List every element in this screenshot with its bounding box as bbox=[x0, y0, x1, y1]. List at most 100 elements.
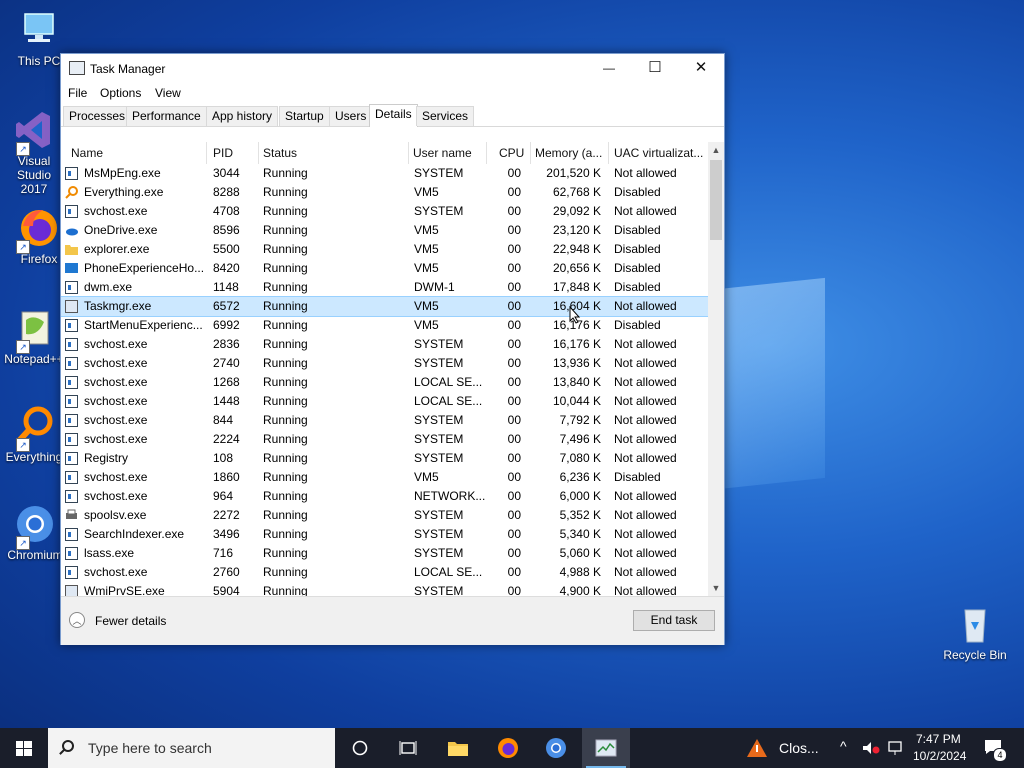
vertical-scrollbar[interactable]: ▲ ▼ bbox=[708, 142, 724, 596]
desktop-icon-recycle-bin[interactable]: Recycle Bin bbox=[938, 602, 1012, 662]
column-header-pid[interactable]: PID bbox=[209, 142, 259, 164]
column-header-memory[interactable]: Memory (a... bbox=[531, 142, 609, 164]
table-row[interactable]: lsass.exe 716 Running SYSTEM 00 5,060 K Not al… bbox=[61, 544, 708, 563]
process-uac: Not allowed bbox=[614, 451, 677, 465]
process-pid: 3044 bbox=[213, 166, 240, 180]
desktop-icon-chromium[interactable]: ↗ Chromium bbox=[2, 502, 68, 562]
process-uac: Not allowed bbox=[614, 489, 677, 503]
process-status: Running bbox=[263, 470, 308, 484]
start-button[interactable] bbox=[0, 728, 48, 768]
process-cpu: 00 bbox=[507, 318, 521, 332]
process-name: OneDrive.exe bbox=[84, 223, 158, 237]
tab-performance[interactable]: Performance bbox=[126, 106, 207, 126]
scroll-down-icon[interactable]: ▼ bbox=[708, 580, 724, 596]
tab-details[interactable]: Details bbox=[369, 104, 418, 127]
table-row[interactable]: svchost.exe 4708 Running SYSTEM 00 29,092 K No… bbox=[61, 202, 708, 221]
desktop-icon-everything[interactable]: ↗ Everything bbox=[2, 404, 66, 464]
process-cpu: 00 bbox=[507, 166, 521, 180]
table-row[interactable]: svchost.exe 2760 Running LOCAL SE... 00 4,988… bbox=[61, 563, 708, 582]
tab-users[interactable]: Users bbox=[329, 106, 373, 126]
taskbar-explorer[interactable] bbox=[434, 728, 482, 768]
table-row[interactable]: dwm.exe 1148 Running DWM-1 00 17,848 K Disable… bbox=[61, 278, 708, 297]
shortcut-arrow-icon: ↗ bbox=[16, 536, 30, 550]
table-row[interactable]: Registry 108 Running SYSTEM 00 7,080 K Not all… bbox=[61, 449, 708, 468]
process-cpu: 00 bbox=[507, 489, 521, 503]
clock-date[interactable]: 10/2/2024 bbox=[913, 749, 966, 763]
table-row[interactable]: svchost.exe 2836 Running SYSTEM 00 16,176 K No… bbox=[61, 335, 708, 354]
table-row[interactable]: spoolsv.exe 2272 Running SYSTEM 00 5,352 K Not… bbox=[61, 506, 708, 525]
tab-startup[interactable]: Startup bbox=[279, 106, 330, 126]
table-row[interactable]: StartMenuExperienc... 6992 Running VM5 00 16,… bbox=[61, 316, 708, 335]
table-row[interactable]: Taskmgr.exe 6572 Running VM5 00 16,604 K Not a… bbox=[61, 296, 708, 317]
table-row[interactable]: svchost.exe 2740 Running SYSTEM 00 13,936 K No… bbox=[61, 354, 708, 373]
table-row[interactable]: Everything.exe 8288 Running VM5 00 62,768 K Di… bbox=[61, 183, 708, 202]
menu-options[interactable]: Options bbox=[100, 86, 141, 100]
process-status: Running bbox=[263, 565, 308, 579]
column-header-user[interactable]: User name bbox=[409, 142, 487, 164]
table-row[interactable]: svchost.exe 844 Running SYSTEM 00 7,792 K Not … bbox=[61, 411, 708, 430]
table-row[interactable]: svchost.exe 1448 Running LOCAL SE... 00 10,04… bbox=[61, 392, 708, 411]
taskbar-firefox[interactable] bbox=[484, 728, 532, 768]
clock-time[interactable]: 7:47 PM bbox=[916, 732, 961, 746]
tab-processes[interactable]: Processes bbox=[63, 106, 132, 126]
fewer-details-link[interactable]: Fewer details bbox=[95, 614, 166, 628]
desktop-icon-label: This PC bbox=[17, 54, 61, 68]
tab-app-history[interactable]: App history bbox=[206, 106, 279, 126]
cortana-button[interactable] bbox=[336, 728, 384, 768]
process-uac: Not allowed bbox=[614, 204, 677, 218]
menu-file[interactable]: File bbox=[68, 86, 87, 100]
menu-view[interactable]: View bbox=[155, 86, 181, 100]
table-row[interactable]: WmiPrvSE.exe 5904 Running SYSTEM 00 4,900 K No… bbox=[61, 582, 708, 596]
table-row[interactable]: MsMpEng.exe 3044 Running SYSTEM 00 201,520 K N… bbox=[61, 164, 708, 183]
warning-notification-icon[interactable] bbox=[746, 738, 768, 758]
process-uac: Not allowed bbox=[614, 375, 677, 389]
process-name: svchost.exe bbox=[84, 204, 148, 218]
network-icon[interactable] bbox=[887, 740, 903, 756]
table-row[interactable]: SearchIndexer.exe 3496 Running SYSTEM 00 5,34… bbox=[61, 525, 708, 544]
process-name: WmiPrvSE.exe bbox=[84, 584, 165, 596]
process-status: Running bbox=[263, 451, 308, 465]
column-header-uac[interactable]: UAC virtualizat... bbox=[610, 142, 706, 164]
process-pid: 8596 bbox=[213, 223, 240, 237]
task-view-button[interactable] bbox=[384, 728, 432, 768]
end-task-button[interactable]: End task bbox=[633, 610, 715, 631]
notification-label[interactable]: Clos... bbox=[779, 740, 819, 756]
desktop-icon-visual-studio[interactable]: ↗ Visual Studio 2017 bbox=[2, 108, 66, 196]
taskbar-chromium[interactable] bbox=[532, 728, 580, 768]
process-pid: 6992 bbox=[213, 318, 240, 332]
taskbar-search-box[interactable]: Type here to search bbox=[48, 728, 335, 768]
tab-services[interactable]: Services bbox=[416, 106, 475, 126]
minimize-button[interactable]: — bbox=[586, 54, 632, 82]
table-row[interactable]: svchost.exe 1860 Running VM5 00 6,236 K Disabl… bbox=[61, 468, 708, 487]
process-user: DWM-1 bbox=[414, 280, 455, 294]
desktop-icon-notepad[interactable]: ↗ Notepad++ bbox=[2, 306, 66, 366]
table-row[interactable]: OneDrive.exe 8596 Running VM5 00 23,120 K Disa… bbox=[61, 221, 708, 240]
process-svc-icon bbox=[65, 319, 78, 332]
close-button[interactable]: ✕ bbox=[678, 54, 724, 82]
process-user: SYSTEM bbox=[414, 204, 464, 218]
chevron-up-icon[interactable]: ^ bbox=[840, 738, 847, 754]
process-pid: 1148 bbox=[213, 280, 239, 294]
scroll-up-icon[interactable]: ▲ bbox=[708, 142, 724, 158]
scroll-thumb[interactable] bbox=[710, 160, 722, 240]
process-svc-icon bbox=[65, 471, 78, 484]
maximize-button[interactable]: ☐ bbox=[632, 54, 678, 82]
volume-muted-icon[interactable] bbox=[862, 741, 880, 755]
table-row[interactable]: explorer.exe 5500 Running VM5 00 22,948 K Disa… bbox=[61, 240, 708, 259]
column-header-name[interactable]: Name bbox=[67, 142, 207, 164]
column-header-status[interactable]: Status bbox=[259, 142, 409, 164]
process-mem: 22,948 K bbox=[552, 242, 601, 256]
table-row[interactable]: svchost.exe 964 Running NETWORK... 00 6,000 K… bbox=[61, 487, 708, 506]
process-cpu: 00 bbox=[507, 584, 521, 596]
process-cpu: 00 bbox=[507, 356, 521, 370]
column-header-cpu[interactable]: CPU bbox=[495, 142, 531, 164]
shortcut-arrow-icon: ↗ bbox=[16, 142, 30, 156]
table-row[interactable]: PhoneExperienceHo... 8420 Running VM5 00 20,6… bbox=[61, 259, 708, 278]
table-row[interactable]: svchost.exe 1268 Running LOCAL SE... 00 13,84… bbox=[61, 373, 708, 392]
table-row[interactable]: svchost.exe 2224 Running SYSTEM 00 7,496 K Not… bbox=[61, 430, 708, 449]
process-name: svchost.exe bbox=[84, 489, 148, 503]
chevron-up-icon[interactable]: ︿ bbox=[69, 612, 85, 628]
taskbar-task-manager[interactable] bbox=[582, 728, 630, 768]
title-bar[interactable]: Task Manager — ☐ ✕ bbox=[61, 54, 724, 82]
process-svc-icon bbox=[65, 414, 78, 427]
